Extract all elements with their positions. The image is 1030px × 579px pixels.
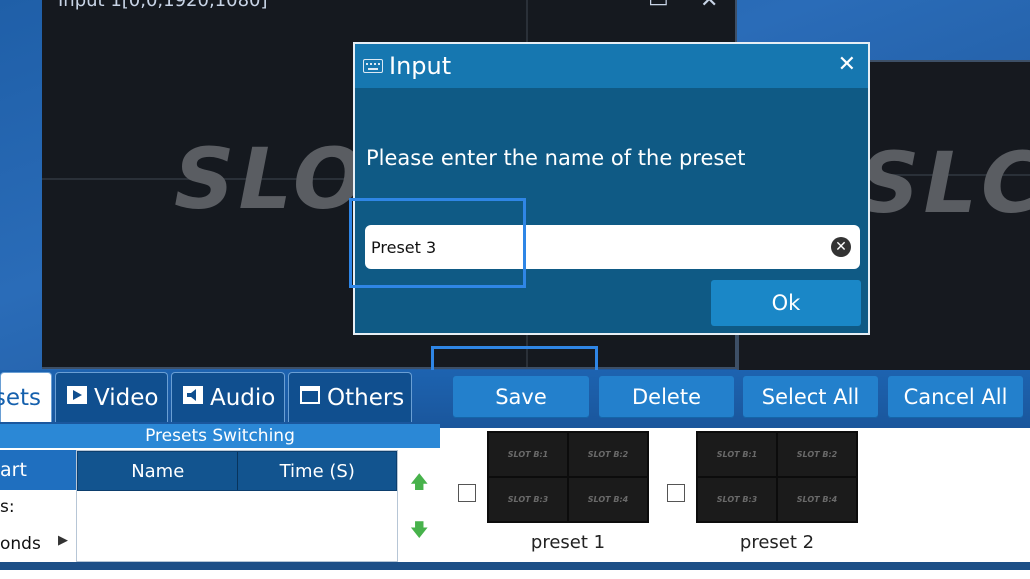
- thumb-cell: SLOT B:3: [698, 478, 776, 521]
- play-icon: [66, 385, 88, 411]
- tab-audio[interactable]: Audio: [171, 372, 285, 422]
- tab-video[interactable]: Video: [55, 372, 168, 422]
- seconds-label: onds: [0, 534, 41, 554]
- input-highlight-box: [349, 198, 526, 288]
- dialog-close-icon[interactable]: ✕: [838, 52, 856, 77]
- tab-others-label: Others: [327, 384, 405, 411]
- duration-label: s:: [0, 497, 15, 517]
- start-button-label: art: [0, 459, 27, 481]
- preset-2-label: preset 2: [739, 532, 815, 553]
- ok-button[interactable]: Ok: [711, 280, 861, 326]
- speaker-icon: [182, 385, 204, 411]
- tab-presets-label: sets: [0, 384, 41, 411]
- clear-input-icon[interactable]: ✕: [831, 237, 851, 257]
- thumb-cell: SLOT B:4: [778, 478, 856, 521]
- tab-audio-label: Audio: [210, 384, 276, 411]
- preset-1-thumbnail[interactable]: SLOT B:1 SLOT B:2 SLOT B:3 SLOT B:4: [487, 431, 649, 523]
- window-icon: [299, 385, 321, 411]
- preview-window-title: Input 1[0,0,1920,1080]: [58, 0, 268, 11]
- delete-button[interactable]: Delete: [599, 376, 734, 418]
- tab-others[interactable]: Others: [288, 372, 412, 422]
- thumb-cell: SLOT B:3: [489, 478, 567, 521]
- preset-2-checkbox[interactable]: [667, 484, 685, 502]
- thumb-cell: SLOT B:4: [569, 478, 647, 521]
- thumb-cell: SLOT B:1: [698, 433, 776, 476]
- keyboard-icon: [363, 59, 383, 73]
- preset-2-thumbnail[interactable]: SLOT B:1 SLOT B:2 SLOT B:3 SLOT B:4: [696, 431, 858, 523]
- thumb-cell: SLOT B:2: [569, 433, 647, 476]
- slot-watermark-right: SLC: [859, 134, 1030, 232]
- preset-1-label: preset 1: [530, 532, 606, 553]
- thumb-cell: SLOT B:1: [489, 433, 567, 476]
- tab-presets[interactable]: sets: [0, 372, 52, 422]
- thumb-cell: SLOT B:2: [778, 433, 856, 476]
- bottom-bar: [0, 562, 1030, 570]
- start-button[interactable]: art: [0, 450, 76, 490]
- move-up-icon[interactable]: 🡅: [410, 470, 429, 500]
- dialog-prompt: Please enter the name of the preset: [366, 146, 746, 170]
- dialog-title: Input: [389, 52, 452, 80]
- column-time[interactable]: Time (S): [238, 452, 396, 490]
- close-window-icon[interactable]: ✕: [700, 0, 718, 13]
- slot-watermark-left: SLO: [174, 130, 369, 228]
- expand-arrow-icon[interactable]: ▶: [58, 533, 68, 548]
- tab-video-label: Video: [94, 384, 159, 411]
- save-button[interactable]: Save: [453, 376, 589, 418]
- column-name[interactable]: Name: [78, 452, 239, 490]
- dialog-header: Input ✕: [355, 44, 868, 88]
- presets-switching-table: Name Time (S): [76, 450, 398, 562]
- table-header: Name Time (S): [77, 451, 397, 491]
- cancel-all-button[interactable]: Cancel All: [888, 376, 1023, 418]
- presets-switching-header: Presets Switching: [0, 424, 440, 448]
- input-dialog: Input ✕ Please enter the name of the pre…: [353, 42, 870, 335]
- preset-1-checkbox[interactable]: [458, 484, 476, 502]
- select-all-button[interactable]: Select All: [743, 376, 878, 418]
- move-down-icon[interactable]: 🡇: [410, 518, 429, 548]
- maximize-icon[interactable]: ▭: [648, 0, 669, 13]
